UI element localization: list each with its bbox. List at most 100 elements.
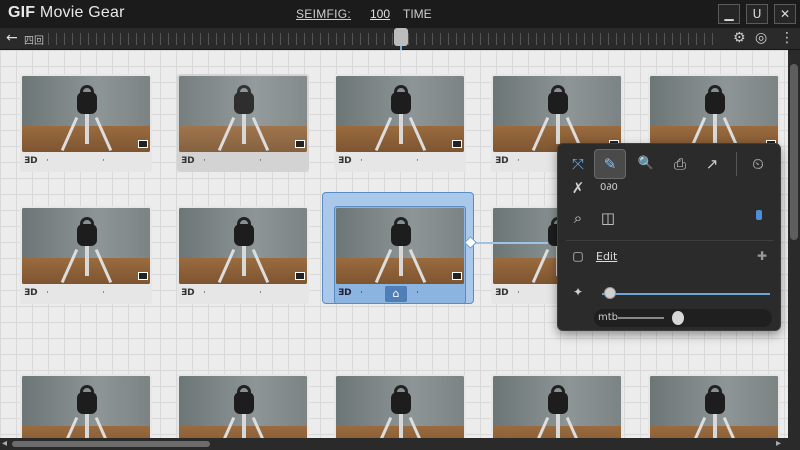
frame-dot: · (102, 288, 105, 298)
frame-image (22, 208, 150, 284)
frame-dot: · (517, 288, 520, 298)
horizontal-scroll-thumb[interactable] (12, 441, 210, 447)
crop-icon[interactable]: ⤧ (566, 152, 590, 176)
close-button[interactable]: ✕ (774, 4, 796, 24)
frame-thumbnail[interactable]: ƎD · · (177, 74, 309, 172)
frame-dot: · (517, 156, 520, 166)
frame-badge-icon (295, 272, 305, 280)
frame-dot: · (360, 288, 363, 298)
target-icon[interactable]: ◎ (755, 30, 767, 46)
toolbar-label: 四回 (24, 36, 44, 47)
edit-link[interactable]: Edit (596, 250, 617, 263)
frame-type-icon: ƎD (181, 156, 195, 166)
gear-icon[interactable]: ⚙ (733, 30, 746, 46)
frame-meta: ƎD · · (181, 288, 305, 302)
time-label[interactable]: TIME (403, 7, 432, 21)
frame-thumbnail[interactable]: ƎD·· (177, 374, 309, 438)
timeline-slider-thumb[interactable] (394, 28, 408, 46)
frame-dot: · (46, 156, 49, 166)
frame-thumbnail[interactable]: ƎD · · (177, 206, 309, 304)
frame-badge-icon (295, 140, 305, 148)
frame-dot: · (102, 156, 105, 166)
frame-image (650, 376, 778, 438)
frame-image (179, 376, 307, 438)
frame-meta: ƎD · · (181, 156, 305, 170)
frame-dot: · (416, 288, 419, 298)
back-arrow-icon[interactable]: ← (6, 30, 18, 46)
tool-panel: ⤧ ✎ 🔍 ⎙ ↗ ⏲ ✗ 0∂0 ⌕ ◫ ▢ Edit ✚ ✦ mtb (557, 143, 781, 331)
frame-thumbnail[interactable]: ƎD·· (491, 374, 623, 438)
frame-badge-icon (452, 272, 462, 280)
frame-label[interactable]: SEIMFIG: (296, 7, 351, 21)
frame-type-icon: ƎD (338, 156, 352, 166)
slider-thumb[interactable] (604, 287, 617, 299)
frame-image (650, 76, 778, 152)
frame-image (22, 76, 150, 152)
frame-type-icon: ƎD (181, 288, 195, 298)
coordinate-readout: 0∂0 (600, 182, 618, 193)
frame-badge-icon (452, 140, 462, 148)
frame-dot: · (46, 288, 49, 298)
frame-image (22, 376, 150, 438)
frame-thumbnail[interactable]: ƎD · · (334, 74, 466, 172)
pen-icon[interactable]: ✎ (598, 152, 622, 176)
timeline-ruler[interactable] (48, 33, 720, 45)
frame-dot: · (360, 156, 363, 166)
fx-icon[interactable]: ✦ (566, 280, 590, 304)
drag-connector-line (470, 242, 548, 244)
panel-divider (736, 152, 737, 176)
frame-badge-icon (138, 140, 148, 148)
timer-icon[interactable]: ⏲ (746, 152, 770, 176)
vertical-scroll-thumb[interactable] (790, 64, 798, 240)
frame-badge-icon (138, 272, 148, 280)
minimize-button[interactable]: ▁ (718, 4, 740, 24)
toolbar: ← 四回 ⚙ ◎ ⋮ (0, 28, 800, 56)
frame-dot: · (203, 288, 206, 298)
print-icon[interactable]: ⎙ (668, 152, 692, 176)
frame-type-icon: ƎD (24, 156, 38, 166)
frame-count[interactable]: 100 (370, 7, 390, 21)
frame-image (336, 76, 464, 152)
frame-image (493, 376, 621, 438)
frame-type-icon: ƎD (495, 288, 509, 298)
frame-image (179, 208, 307, 284)
frame-dot: · (259, 156, 262, 166)
comment-icon[interactable]: ◫ (596, 206, 620, 230)
zoom-icon[interactable]: 🔍 (634, 152, 658, 176)
home-icon[interactable]: ⌂ (385, 286, 407, 302)
frame-type-icon: ƎD (495, 156, 509, 166)
maximize-button[interactable]: U (746, 4, 768, 24)
plus-icon[interactable]: ✚ (750, 244, 774, 268)
frame-thumbnail[interactable]: ƎD·· (334, 374, 466, 438)
wand-icon[interactable]: ↗ (700, 152, 724, 176)
frame-thumbnail[interactable]: ƎD · · (20, 206, 152, 304)
edit-box-icon[interactable]: ▢ (566, 244, 590, 268)
scroll-right-arrow[interactable]: ▸ (776, 438, 781, 449)
frame-meta: ƎD · · (24, 156, 148, 170)
app-title: GIF Movie Gear (8, 4, 125, 21)
slider-label: mtb (598, 312, 619, 323)
title-bar: GIF Movie Gear SEIMFIG: 100 TIME ▁ U ✕ (0, 0, 800, 28)
vertical-scrollbar[interactable] (788, 50, 800, 438)
frame-meta: ƎD · · (338, 156, 462, 170)
frame-type-icon: ƎD (338, 288, 352, 298)
frame-dot: · (259, 288, 262, 298)
slider-track[interactable] (602, 293, 770, 295)
scroll-left-arrow[interactable]: ◂ (2, 438, 7, 449)
frame-dot: · (416, 156, 419, 166)
horizontal-scrollbar[interactable]: ◂ ▸ (0, 438, 800, 450)
frame-dot: · (203, 156, 206, 166)
more-icon[interactable]: ⋮ (780, 30, 794, 46)
frame-type-icon: ƎD (24, 288, 38, 298)
frame-thumbnail[interactable]: ƎD·· (20, 374, 152, 438)
frame-image (179, 76, 307, 152)
frame-thumbnail[interactable]: ƎD · · (20, 74, 152, 172)
crossed-icon[interactable]: ✗ (566, 176, 590, 200)
frame-image (336, 208, 464, 284)
slider-thumb[interactable] (672, 311, 684, 325)
marker-indicator (756, 210, 762, 220)
search-icon[interactable]: ⌕ (566, 206, 590, 230)
frame-thumbnail[interactable]: ƎD·· (648, 374, 780, 438)
frame-image (493, 76, 621, 152)
slider-track[interactable] (618, 317, 664, 319)
